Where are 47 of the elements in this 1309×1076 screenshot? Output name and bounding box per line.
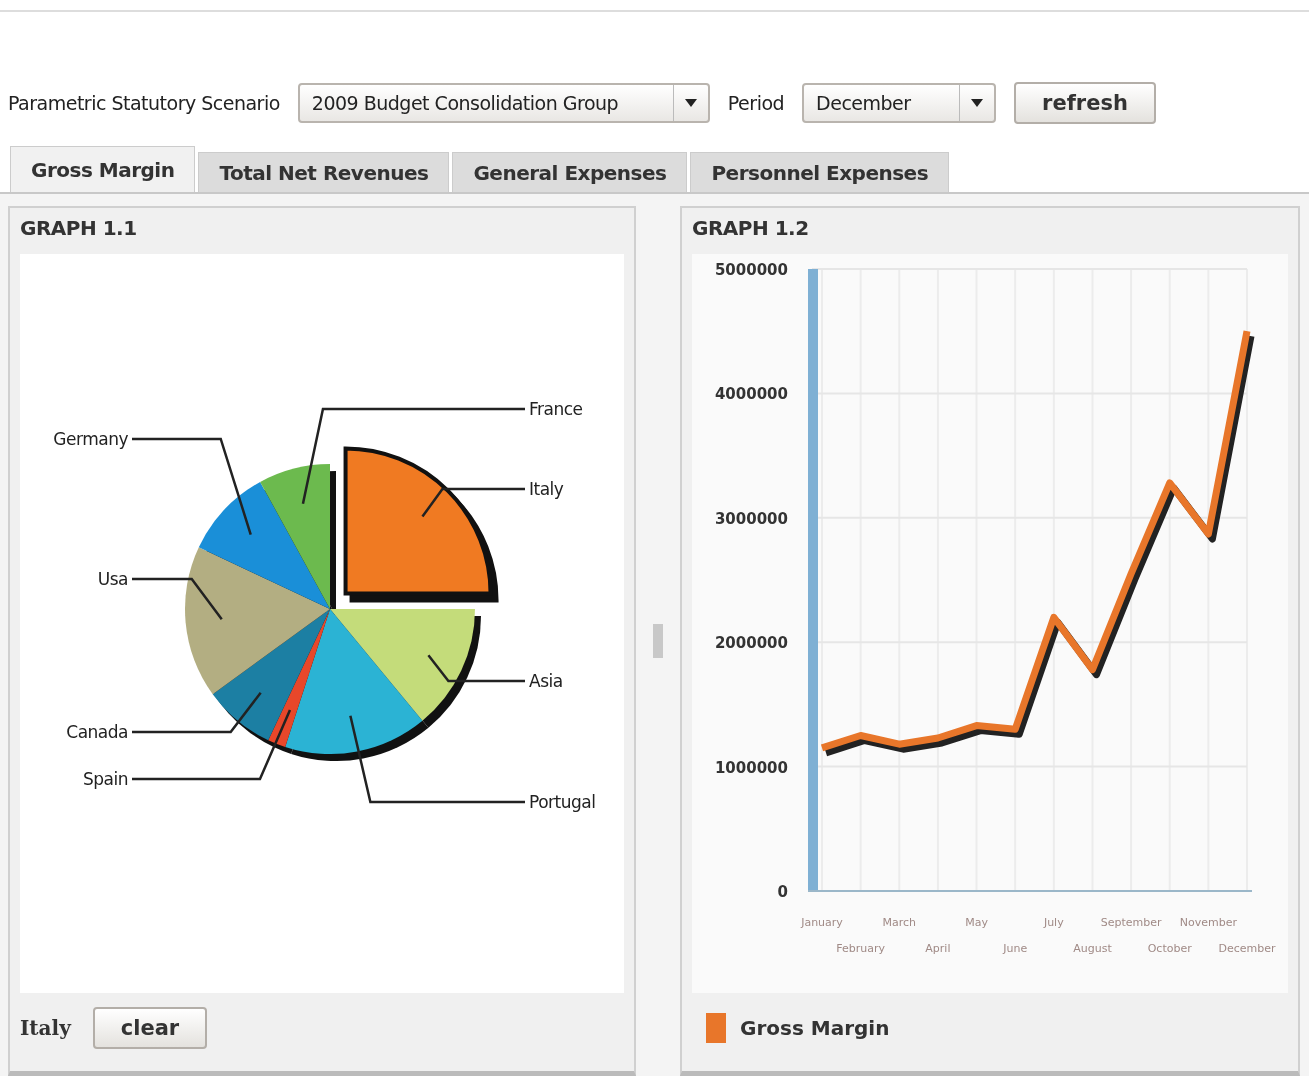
scenario-dropdown[interactable]: 2009 Budget Consolidation Group xyxy=(297,83,710,123)
y-tick-label: 4000000 xyxy=(714,385,788,404)
slice-label: Germany xyxy=(53,429,128,449)
panel-title: GRAPH 1.2 xyxy=(692,216,810,240)
x-tick-label: May xyxy=(965,916,988,929)
y-tick-label: 0 xyxy=(777,883,788,901)
period-dropdown[interactable]: December xyxy=(802,83,997,123)
x-tick-label: April xyxy=(925,942,951,955)
caret-icon xyxy=(971,99,984,107)
pie-slice[interactable] xyxy=(285,609,423,754)
x-tick-label: November xyxy=(1179,916,1237,929)
pie-slice[interactable] xyxy=(343,446,493,596)
slice-label: Italy xyxy=(529,479,564,499)
tab[interactable]: Total Net Revenues xyxy=(198,152,450,192)
tab[interactable]: General Expenses xyxy=(452,152,688,192)
scenario-label: Parametric Statutory Scenario xyxy=(8,92,280,114)
x-tick-label: June xyxy=(1003,942,1028,955)
x-tick-label: September xyxy=(1100,916,1162,929)
slice-label: Asia xyxy=(529,671,563,691)
selection-label: Italy xyxy=(20,1016,71,1040)
y-tick-label: 1000000 xyxy=(714,758,788,777)
x-tick-label: January xyxy=(801,916,843,929)
slice-label: Portugal xyxy=(529,792,596,812)
x-tick-label: July xyxy=(1043,916,1064,929)
slice-label: Spain xyxy=(83,769,128,789)
slice-label: Usa xyxy=(97,569,128,589)
caret-icon xyxy=(684,99,697,107)
slice-label: France xyxy=(529,399,583,419)
y-tick-label: 2000000 xyxy=(714,634,788,653)
x-tick-label: December xyxy=(1218,942,1276,955)
tab[interactable]: Personnel Expenses xyxy=(690,152,950,192)
splitter-handle[interactable] xyxy=(653,624,663,658)
clear-button[interactable]: clear xyxy=(92,1007,208,1049)
x-tick-label: October xyxy=(1147,942,1192,955)
pie-slice[interactable] xyxy=(330,609,475,721)
y-tick-label: 3000000 xyxy=(714,509,788,528)
x-tick-label: February xyxy=(836,942,885,955)
slice-label: Canada xyxy=(66,722,128,742)
x-tick-label: March xyxy=(882,916,917,929)
pie-slice[interactable] xyxy=(212,609,330,741)
tab[interactable]: Gross Margin xyxy=(10,146,196,192)
legend-label: Gross Margin xyxy=(740,1016,890,1040)
x-tick-label: August xyxy=(1073,942,1112,955)
y-tick-label: 5000000 xyxy=(714,261,788,279)
panel-title: GRAPH 1.1 xyxy=(20,216,138,240)
refresh-button[interactable]: refresh xyxy=(1014,82,1156,124)
period-label: Period xyxy=(727,92,785,114)
